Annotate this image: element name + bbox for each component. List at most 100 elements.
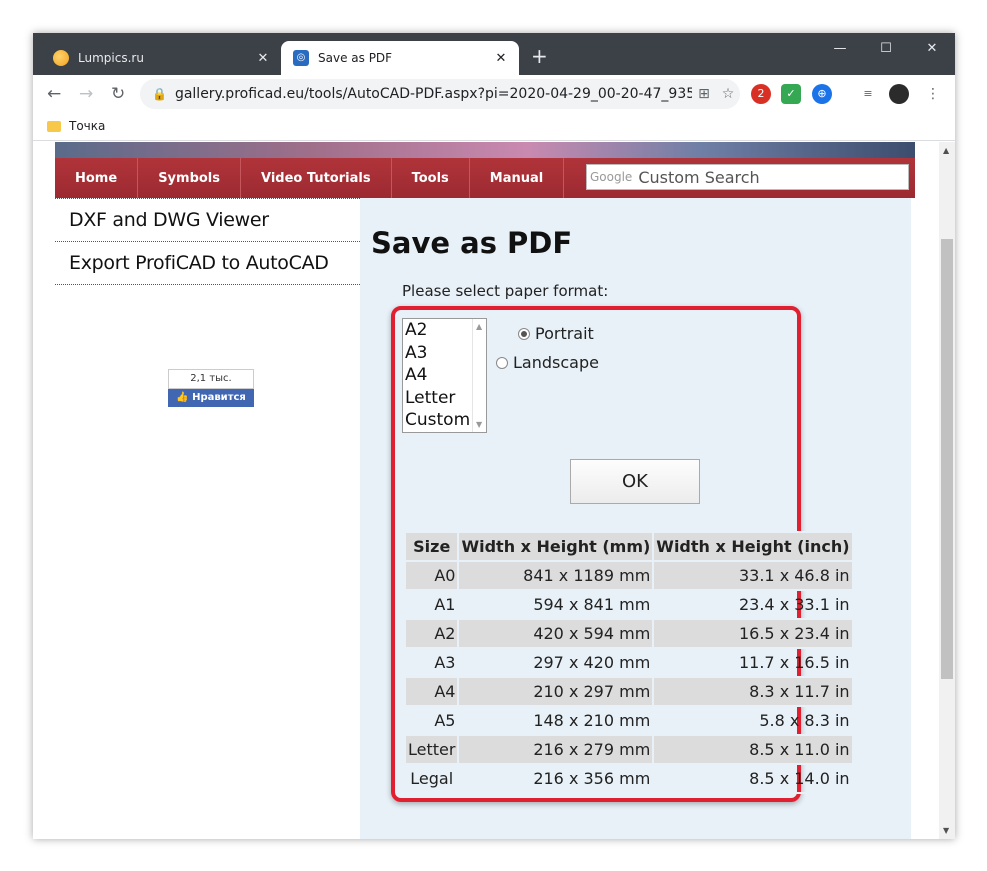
site-nav: Home Symbols Video Tutorials Tools Manua… (55, 158, 915, 198)
menu-dots-icon[interactable]: ⋮ (923, 84, 943, 104)
radio-label: Portrait (535, 324, 594, 343)
bookmarks-bar: Точка (33, 113, 955, 141)
table-cell-mm: 420 x 594 mm (457, 618, 655, 649)
table-cell-inch: 11.7 x 16.5 in (652, 647, 854, 678)
listbox-scrollbar[interactable]: ▲ ▼ (472, 319, 486, 432)
paper-size-table: Size Width x Height (mm) Width x Height … (403, 531, 854, 794)
table-cell-inch: 8.5 x 11.0 in (652, 734, 854, 765)
tab-lumpics[interactable]: Lumpics.ru ✕ (41, 41, 281, 75)
tab-close-icon[interactable]: ✕ (255, 51, 271, 66)
close-window-button[interactable]: ✕ (909, 33, 955, 63)
checkmark-extension-icon[interactable]: ✓ (781, 84, 801, 104)
radio-button[interactable] (518, 327, 530, 340)
tab-strip: Lumpics.ru ✕ ◎ Save as PDF ✕ + — ☐ ✕ (33, 33, 955, 75)
table-cell-size: A1 (403, 589, 460, 620)
address-bar[interactable]: 🔒 gallery.proficad.eu/tools/AutoCAD-PDF.… (140, 79, 740, 109)
forward-arrow-icon[interactable]: → (79, 84, 93, 104)
minimize-button[interactable]: — (817, 33, 863, 63)
bookmark-label: Точка (69, 119, 106, 133)
media-control-icon[interactable]: ≡ (858, 84, 878, 104)
facebook-like-widget: 2,1 тыс. 👍 Нравится (168, 369, 254, 407)
table-row: Legal 216 x 356 mm 8.5 x 14.0 in (403, 763, 854, 794)
scroll-down-icon[interactable]: ▼ (476, 420, 482, 429)
new-tab-button[interactable]: + (531, 46, 548, 66)
vpn-extension-icon[interactable]: ⊕ (812, 84, 832, 104)
table-row: A0 841 x 1189 mm 33.1 x 46.8 in (403, 560, 854, 591)
table-cell-size: Legal (403, 763, 460, 794)
folder-icon (47, 120, 61, 132)
web-page: Home Symbols Video Tutorials Tools Manua… (33, 142, 939, 839)
table-cell-mm: 216 x 279 mm (457, 734, 655, 765)
bookmark-star-icon[interactable]: ☆ (716, 86, 740, 102)
table-cell-size: A5 (403, 705, 460, 736)
main-content: Save as PDF Please select paper format: … (360, 198, 911, 839)
table-header-row: Size Width x Height (mm) Width x Height … (403, 531, 854, 562)
custom-search-input[interactable]: Google Custom Search (586, 164, 909, 190)
site-banner-image (55, 142, 915, 158)
radio-button[interactable] (496, 356, 508, 369)
search-placeholder: Custom Search (638, 167, 760, 187)
nav-video-tutorials[interactable]: Video Tutorials (241, 158, 392, 198)
nav-manual[interactable]: Manual (470, 158, 565, 198)
back-arrow-icon[interactable]: ← (47, 84, 61, 104)
url-text[interactable]: gallery.proficad.eu/tools/AutoCAD-PDF.as… (175, 86, 692, 102)
table-cell-inch: 16.5 x 23.4 in (652, 618, 854, 649)
lumpics-favicon-icon (53, 50, 69, 66)
table-cell-inch: 8.3 x 11.7 in (652, 676, 854, 707)
table-row: A1 594 x 841 mm 23.4 x 33.1 in (403, 589, 854, 620)
bookmark-tochka[interactable]: Точка (47, 119, 105, 133)
header-size: Size (403, 531, 460, 562)
table-cell-mm: 297 x 420 mm (457, 647, 655, 678)
profile-avatar[interactable] (889, 84, 909, 104)
window-controls: — ☐ ✕ (817, 33, 955, 63)
radio-label: Landscape (513, 353, 599, 372)
opera-extension-icon[interactable]: 2 (751, 84, 771, 104)
sidebar: DXF and DWG Viewer Export ProfiCAD to Au… (55, 198, 360, 839)
translate-icon[interactable]: ⊞ (692, 86, 716, 102)
table-cell-inch: 5.8 x 8.3 in (652, 705, 854, 736)
tab-title: Lumpics.ru (78, 51, 144, 65)
table-cell-mm: 216 x 356 mm (457, 763, 655, 794)
table-cell-inch: 8.5 x 14.0 in (652, 763, 854, 794)
browser-toolbar: ← → ↻ 🔒 gallery.proficad.eu/tools/AutoCA… (33, 75, 955, 113)
tab-save-as-pdf[interactable]: ◎ Save as PDF ✕ (281, 41, 519, 75)
radio-landscape[interactable]: Landscape (496, 353, 599, 372)
table-cell-inch: 33.1 x 46.8 in (652, 560, 854, 591)
radio-portrait[interactable]: Portrait (518, 324, 594, 343)
maximize-button[interactable]: ☐ (863, 33, 909, 63)
scroll-down-icon[interactable]: ▼ (943, 826, 949, 835)
paper-format-listbox[interactable]: A2 A3 A4 Letter Custom ▲ ▼ (402, 318, 487, 433)
table-row: A2 420 x 594 mm 16.5 x 23.4 in (403, 618, 854, 649)
browser-window: Lumpics.ru ✕ ◎ Save as PDF ✕ + — ☐ ✕ ← →… (33, 33, 955, 839)
scroll-up-icon[interactable]: ▲ (476, 322, 482, 331)
reload-icon[interactable]: ↻ (111, 84, 125, 104)
table-cell-size: Letter (403, 734, 460, 765)
google-logo: Google (590, 170, 633, 184)
fb-like-button[interactable]: 👍 Нравится (168, 389, 254, 407)
table-cell-size: A0 (403, 560, 460, 591)
nav-home[interactable]: Home (55, 158, 139, 198)
scrollbar-thumb[interactable] (941, 239, 953, 679)
header-inch: Width x Height (inch) (652, 531, 854, 562)
sidebar-link-dxf-viewer[interactable]: DXF and DWG Viewer (55, 198, 360, 242)
nav-tools[interactable]: Tools (392, 158, 470, 198)
page-scrollbar[interactable]: ▲ ▼ (939, 142, 955, 839)
nav-symbols[interactable]: Symbols (138, 158, 242, 198)
scroll-up-icon[interactable]: ▲ (943, 146, 949, 155)
header-mm: Width x Height (mm) (457, 531, 655, 562)
table-cell-mm: 148 x 210 mm (457, 705, 655, 736)
table-row: A5 148 x 210 mm 5.8 x 8.3 in (403, 705, 854, 736)
table-cell-mm: 210 x 297 mm (457, 676, 655, 707)
table-cell-mm: 841 x 1189 mm (457, 560, 655, 591)
ok-button[interactable]: OK (570, 459, 700, 504)
table-cell-size: A3 (403, 647, 460, 678)
table-row: A4 210 x 297 mm 8.3 x 11.7 in (403, 676, 854, 707)
sidebar-link-export-autocad[interactable]: Export ProfiCAD to AutoCAD (55, 242, 360, 285)
paper-format-label: Please select paper format: (402, 282, 609, 300)
tab-close-icon[interactable]: ✕ (493, 51, 509, 66)
table-cell-size: A4 (403, 676, 460, 707)
page-title: Save as PDF (371, 226, 573, 260)
fb-like-count: 2,1 тыс. (168, 369, 254, 389)
tab-title: Save as PDF (318, 51, 393, 65)
table-row: A3 297 x 420 mm 11.7 x 16.5 in (403, 647, 854, 678)
